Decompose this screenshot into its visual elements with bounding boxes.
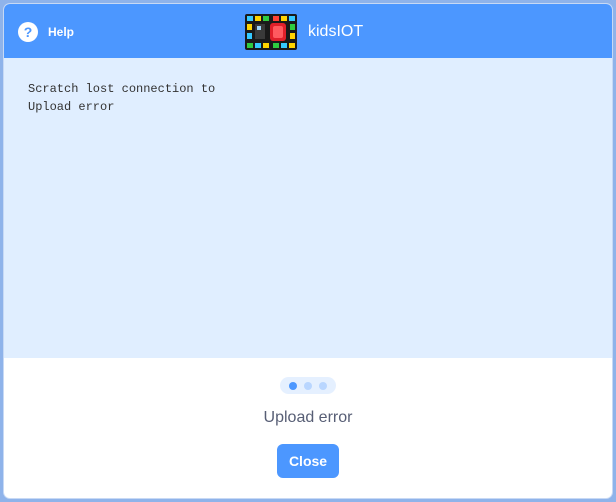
- help-icon: ?: [18, 22, 38, 42]
- progress-step-3: [319, 381, 327, 390]
- log-panel: Scratch lost connection to Upload error: [4, 58, 612, 358]
- help-button[interactable]: ? Help: [18, 21, 74, 43]
- progress-steps: [280, 377, 336, 394]
- upload-dialog: ? Help kidsIOT Scratch lost connection t…: [4, 4, 612, 498]
- status-message: Upload error: [263, 409, 353, 426]
- help-label: Help: [48, 25, 75, 39]
- progress-step-2: [304, 381, 312, 390]
- device-board-icon: [244, 13, 298, 51]
- close-button[interactable]: Close: [277, 444, 339, 478]
- dialog-title-group: kidsIOT: [244, 13, 363, 51]
- dialog-header: ? Help kidsIOT: [4, 4, 612, 58]
- dialog-title: kidsIOT: [308, 23, 364, 40]
- log-text: Scratch lost connection to Upload error: [28, 82, 216, 114]
- progress-step-1: [289, 381, 297, 390]
